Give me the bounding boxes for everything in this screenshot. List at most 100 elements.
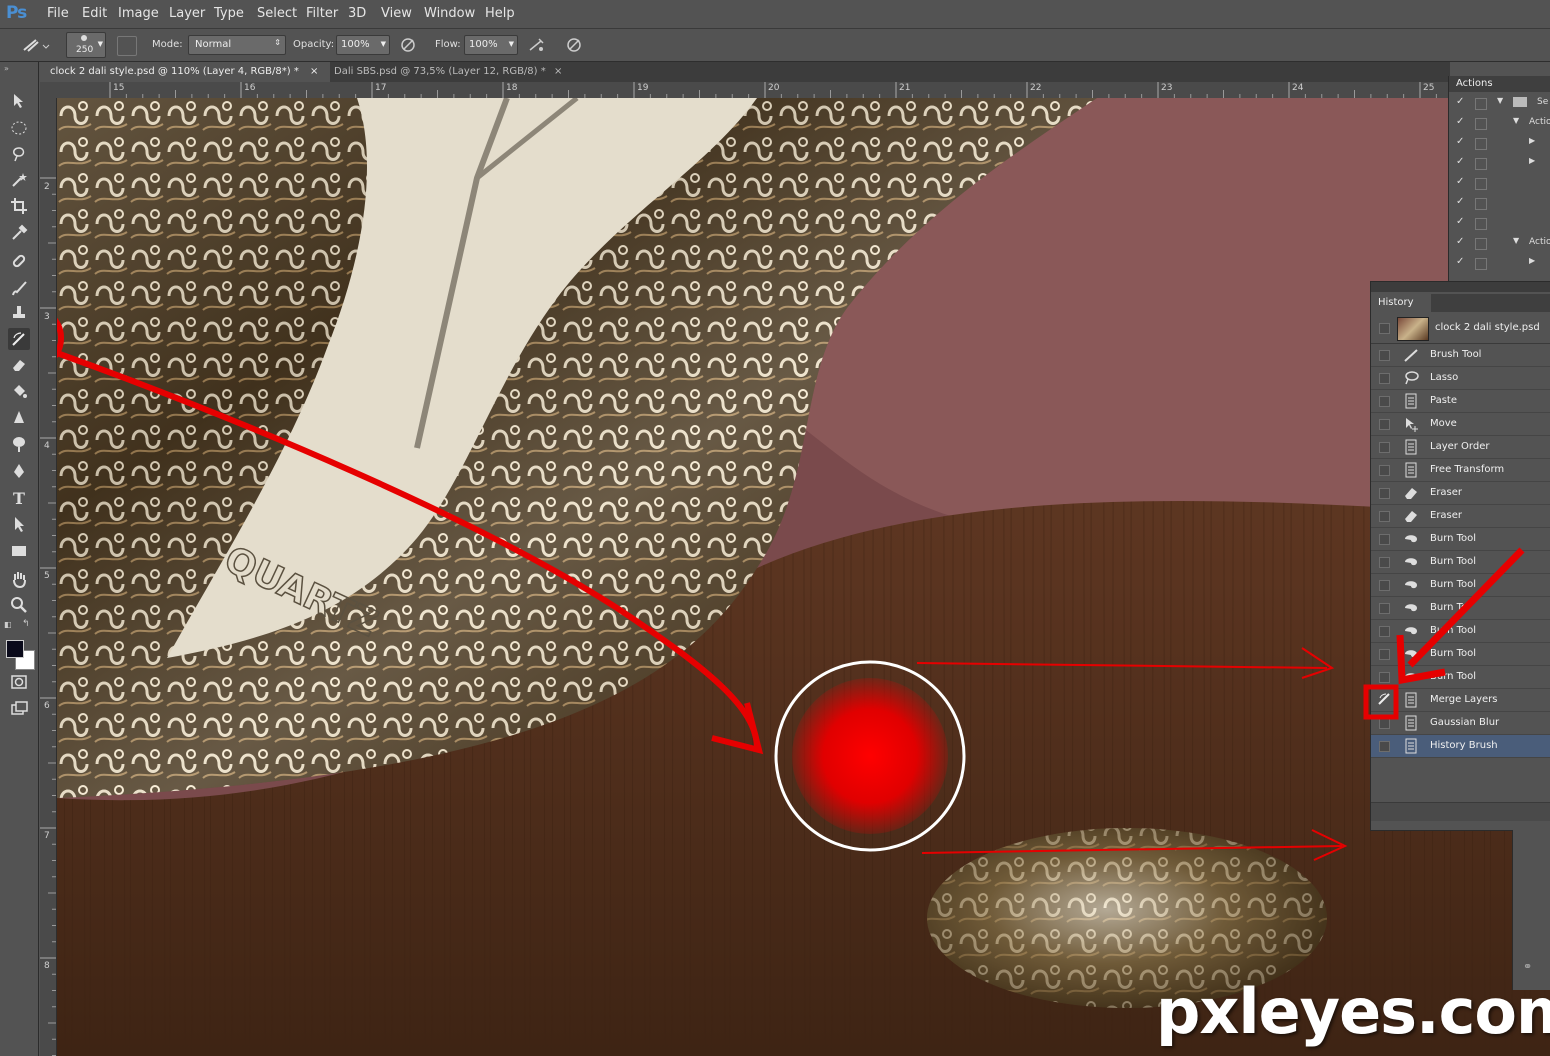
triangle-down-icon[interactable]: ▼ — [1497, 96, 1503, 105]
check-icon[interactable]: ✓ — [1456, 256, 1464, 267]
menu-image[interactable]: Image — [118, 6, 159, 21]
menu-edit[interactable]: Edit — [82, 6, 107, 21]
history-brush-preset-icon[interactable] — [20, 35, 50, 55]
magic-wand-tool-icon[interactable] — [8, 169, 30, 191]
menu-select[interactable]: Select — [257, 6, 297, 21]
check-icon[interactable]: ✓ — [1456, 216, 1464, 227]
move-tool-icon[interactable] — [8, 90, 30, 112]
dialog-toggle[interactable] — [1475, 98, 1487, 110]
paint-bucket-tool-icon[interactable] — [8, 380, 30, 402]
dialog-toggle[interactable] — [1475, 238, 1487, 250]
menu-help[interactable]: Help — [485, 6, 515, 21]
action-row[interactable]: ✓ — [1449, 214, 1550, 234]
history-source-checkbox[interactable] — [1379, 373, 1390, 384]
check-icon[interactable]: ✓ — [1456, 96, 1464, 107]
dodge-tool-icon[interactable] — [8, 433, 30, 455]
dialog-toggle[interactable] — [1475, 138, 1487, 150]
document-tab[interactable]: Dali SBS.psd @ 73,5% (Layer 12, RGB/8) *… — [324, 62, 574, 82]
brush-tool-icon[interactable] — [8, 277, 30, 299]
eraser-tool-icon[interactable] — [8, 354, 30, 376]
check-icon[interactable]: ✓ — [1456, 156, 1464, 167]
action-row[interactable]: ✓ ▶ — [1449, 154, 1550, 174]
history-state-row[interactable]: Eraser — [1371, 505, 1550, 528]
action-row[interactable]: ✓ ▼ Actio — [1449, 114, 1550, 134]
link-icon[interactable]: ⚭ — [1523, 960, 1532, 973]
menu-3d[interactable]: 3D — [348, 6, 366, 21]
history-state-row[interactable]: Lasso — [1371, 367, 1550, 390]
dialog-toggle[interactable] — [1475, 198, 1487, 210]
history-state-row[interactable]: Free Transform — [1371, 459, 1550, 482]
crop-tool-icon[interactable] — [8, 195, 30, 217]
opacity-field[interactable]: 100% ▼ — [336, 35, 390, 55]
marquee-tool-icon[interactable] — [8, 117, 30, 139]
history-source-checkbox[interactable] — [1379, 511, 1390, 522]
close-icon[interactable]: × — [310, 62, 318, 82]
action-row[interactable]: ✓ ▶ — [1449, 134, 1550, 154]
dialog-toggle[interactable] — [1475, 158, 1487, 170]
history-source-checkbox[interactable] — [1379, 419, 1390, 430]
zoom-tool-icon[interactable] — [8, 594, 30, 616]
history-state-row[interactable]: Paste — [1371, 390, 1550, 413]
triangle-right-icon[interactable]: ▶ — [1529, 156, 1535, 165]
path-selection-tool-icon[interactable] — [8, 513, 30, 535]
close-icon[interactable]: × — [554, 62, 562, 82]
history-source-checkbox[interactable] — [1379, 396, 1390, 407]
brush-panel-toggle-icon[interactable] — [117, 36, 137, 56]
dialog-toggle[interactable] — [1475, 258, 1487, 270]
rectangle-tool-icon[interactable] — [8, 540, 30, 562]
healing-brush-tool-icon[interactable] — [8, 250, 30, 272]
quick-mask-icon[interactable] — [8, 671, 30, 693]
history-state-row[interactable]: Layer Order — [1371, 436, 1550, 459]
history-source-checkbox[interactable] — [1379, 442, 1390, 453]
default-colors-icon[interactable]: ◧ — [4, 620, 12, 629]
screen-mode-icon[interactable] — [8, 698, 30, 720]
triangle-right-icon[interactable]: ▶ — [1529, 256, 1535, 265]
menu-filter[interactable]: Filter — [306, 6, 338, 21]
panel-drag-bar[interactable] — [1371, 282, 1550, 292]
menu-file[interactable]: File — [47, 6, 69, 21]
action-row[interactable]: ✓ ▼ Se — [1449, 94, 1550, 114]
pen-tool-icon[interactable] — [8, 460, 30, 482]
check-icon[interactable]: ✓ — [1456, 136, 1464, 147]
brush-size-picker[interactable]: 250 ▼ — [66, 32, 106, 58]
history-brush-tool-icon[interactable] — [8, 328, 30, 350]
dialog-toggle[interactable] — [1475, 218, 1487, 230]
history-state-row[interactable]: History Brush — [1371, 735, 1550, 758]
action-row[interactable]: ✓ — [1449, 174, 1550, 194]
clone-stamp-tool-icon[interactable] — [8, 302, 30, 324]
document-tab-active[interactable]: clock 2 dali style.psd @ 110% (Layer 4, … — [40, 62, 330, 82]
flow-field[interactable]: 100% ▼ — [464, 35, 518, 55]
menu-view[interactable]: View — [381, 6, 412, 21]
type-tool-icon[interactable]: T — [8, 487, 30, 509]
history-source-checkbox[interactable] — [1379, 741, 1390, 752]
dialog-toggle[interactable] — [1475, 118, 1487, 130]
action-row[interactable]: ✓ ▼ Actio — [1449, 234, 1550, 254]
history-source-checkbox[interactable] — [1379, 465, 1390, 476]
history-state-row[interactable]: Move — [1371, 413, 1550, 436]
menu-window[interactable]: Window — [424, 6, 475, 21]
triangle-right-icon[interactable]: ▶ — [1529, 136, 1535, 145]
foreground-color-swatch[interactable] — [6, 640, 24, 658]
pressure-size-icon[interactable] — [564, 35, 584, 55]
hand-tool-icon[interactable] — [8, 568, 30, 590]
check-icon[interactable]: ✓ — [1456, 176, 1464, 187]
actions-panel-title[interactable]: Actions — [1456, 78, 1493, 89]
eyedropper-tool-icon[interactable] — [8, 222, 30, 244]
history-source-checkbox[interactable] — [1379, 488, 1390, 499]
pressure-opacity-icon[interactable] — [398, 35, 418, 55]
history-state-row[interactable]: Brush Tool — [1371, 344, 1550, 367]
menu-layer[interactable]: Layer — [169, 6, 205, 21]
blur-tool-icon[interactable] — [8, 407, 30, 429]
history-source-checkbox[interactable] — [1379, 350, 1390, 361]
menu-type[interactable]: Type — [214, 6, 244, 21]
check-icon[interactable]: ✓ — [1456, 236, 1464, 247]
history-snapshot[interactable]: clock 2 dali style.psd — [1371, 313, 1550, 344]
snapshot-source-checkbox[interactable] — [1379, 323, 1390, 334]
dialog-toggle[interactable] — [1475, 178, 1487, 190]
document-canvas[interactable]: QUARTZ — [57, 98, 1550, 1056]
action-row[interactable]: ✓ ▶ — [1449, 254, 1550, 274]
mode-select[interactable]: Normal ⇕ — [188, 35, 286, 55]
triangle-down-icon[interactable]: ▼ — [1513, 116, 1519, 125]
check-icon[interactable]: ✓ — [1456, 116, 1464, 127]
history-tab[interactable]: History — [1371, 294, 1432, 312]
